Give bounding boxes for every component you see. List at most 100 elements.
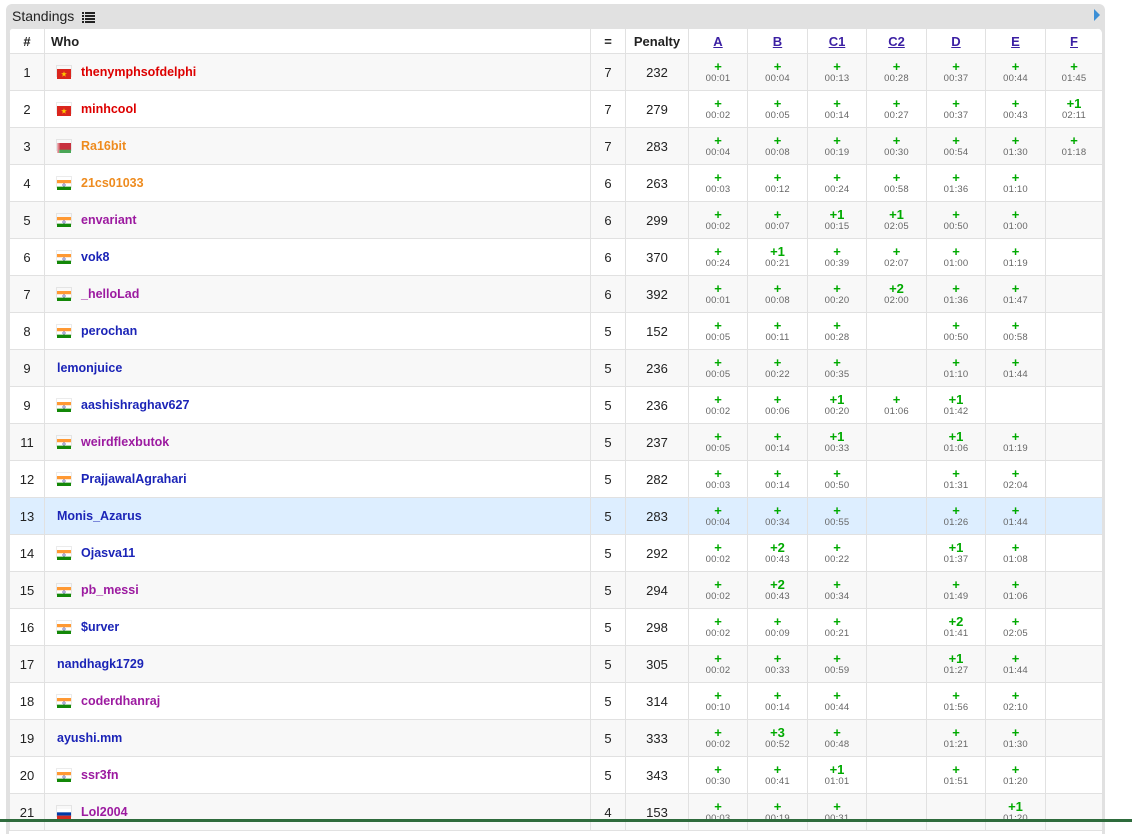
problem-link-a[interactable]: A: [713, 34, 722, 49]
problem-result-cell[interactable]: +00:14: [747, 682, 808, 720]
problem-result-cell[interactable]: +2 02:00: [866, 275, 927, 313]
problem-result-cell[interactable]: +1 00:15: [807, 201, 867, 239]
participant-handle-link[interactable]: vok8: [81, 250, 110, 264]
problem-result-cell[interactable]: +00:39: [807, 238, 867, 276]
header-problem[interactable]: C1: [807, 28, 867, 54]
participant-handle-link[interactable]: Ojasva11: [81, 546, 135, 560]
problem-result-cell[interactable]: +00:28: [866, 53, 927, 91]
problem-result-cell[interactable]: +1 02:05: [866, 201, 927, 239]
participant-handle-link[interactable]: _helloLad: [81, 287, 139, 301]
problem-result-cell[interactable]: +00:13: [807, 53, 867, 91]
problem-result-cell[interactable]: +00:21: [807, 608, 867, 646]
problem-result-cell[interactable]: +00:55: [807, 497, 867, 535]
problem-result-cell[interactable]: +00:22: [747, 349, 808, 387]
problem-result-cell[interactable]: +01:19: [985, 238, 1046, 276]
problem-result-cell[interactable]: +00:58: [985, 312, 1046, 350]
problem-link-d[interactable]: D: [951, 34, 960, 49]
problem-result-cell[interactable]: +00:04: [747, 53, 808, 91]
participant-handle-link[interactable]: envariant: [81, 213, 137, 227]
problem-result-cell[interactable]: +00:05: [688, 349, 748, 387]
problem-result-cell[interactable]: +00:09: [747, 608, 808, 646]
problem-result-cell[interactable]: +01:18: [1045, 127, 1102, 165]
problem-result-cell[interactable]: +00:58: [866, 164, 927, 202]
problem-link-b[interactable]: B: [773, 34, 782, 49]
problem-result-cell[interactable]: +00:54: [926, 127, 986, 165]
problem-result-cell[interactable]: +00:22: [807, 534, 867, 572]
problem-result-cell[interactable]: +01:49: [926, 571, 986, 609]
header-problem[interactable]: C2: [866, 28, 927, 54]
problem-link-c2[interactable]: C2: [888, 34, 905, 49]
problem-result-cell[interactable]: +2 00:43: [747, 571, 808, 609]
problem-result-cell[interactable]: +1 02:11: [1045, 90, 1102, 128]
problem-result-cell[interactable]: +00:35: [807, 349, 867, 387]
problem-result-cell[interactable]: +01:44: [985, 349, 1046, 387]
problem-link-e[interactable]: E: [1011, 34, 1020, 49]
problem-result-cell[interactable]: +01:36: [926, 275, 986, 313]
problem-result-cell[interactable]: +01:00: [926, 238, 986, 276]
problem-result-cell[interactable]: +00:19: [747, 793, 808, 831]
problem-result-cell[interactable]: +00:50: [926, 312, 986, 350]
participant-handle-link[interactable]: nandhagk1729: [57, 657, 144, 671]
problem-result-cell[interactable]: +00:01: [688, 275, 748, 313]
problem-result-cell[interactable]: +02:04: [985, 460, 1046, 498]
problem-result-cell[interactable]: +00:05: [688, 423, 748, 461]
problem-result-cell[interactable]: +1 00:21: [747, 238, 808, 276]
problem-result-cell[interactable]: +02:07: [866, 238, 927, 276]
problem-result-cell[interactable]: +00:11: [747, 312, 808, 350]
problem-result-cell[interactable]: +00:02: [688, 571, 748, 609]
problem-result-cell[interactable]: +00:02: [688, 386, 748, 424]
problem-result-cell[interactable]: +00:41: [747, 756, 808, 794]
header-problem[interactable]: F: [1045, 28, 1102, 54]
problem-result-cell[interactable]: +01:56: [926, 682, 986, 720]
problem-result-cell[interactable]: +01:00: [985, 201, 1046, 239]
participant-handle-link[interactable]: Lol2004: [81, 805, 128, 819]
participant-handle-link[interactable]: PrajjawalAgrahari: [81, 472, 187, 486]
participant-handle-link[interactable]: weirdflexbutok: [81, 435, 169, 449]
problem-result-cell[interactable]: +00:59: [807, 645, 867, 683]
problem-result-cell[interactable]: +00:27: [866, 90, 927, 128]
problem-result-cell[interactable]: +00:07: [747, 201, 808, 239]
problem-result-cell[interactable]: +00:48: [807, 719, 867, 757]
participant-handle-link[interactable]: ayushi.mm: [57, 731, 122, 745]
problem-result-cell[interactable]: +1 01:42: [926, 386, 986, 424]
problem-result-cell[interactable]: +2 00:43: [747, 534, 808, 572]
problem-result-cell[interactable]: +00:28: [807, 312, 867, 350]
problem-result-cell[interactable]: +01:10: [985, 164, 1046, 202]
problem-result-cell[interactable]: +00:19: [807, 127, 867, 165]
problem-result-cell[interactable]: +00:02: [688, 719, 748, 757]
problem-result-cell[interactable]: +00:02: [688, 534, 748, 572]
problem-result-cell[interactable]: +00:02: [688, 90, 748, 128]
problem-result-cell[interactable]: +1 01:01: [807, 756, 867, 794]
problem-result-cell[interactable]: +00:30: [688, 756, 748, 794]
problem-result-cell[interactable]: +01:36: [926, 164, 986, 202]
problem-result-cell[interactable]: +00:03: [688, 460, 748, 498]
problem-result-cell[interactable]: +01:10: [926, 349, 986, 387]
problem-result-cell[interactable]: +02:10: [985, 682, 1046, 720]
list-icon[interactable]: [82, 10, 95, 28]
problem-result-cell[interactable]: +00:02: [688, 645, 748, 683]
problem-result-cell[interactable]: +00:34: [747, 497, 808, 535]
problem-result-cell[interactable]: +00:33: [747, 645, 808, 683]
problem-result-cell[interactable]: +01:26: [926, 497, 986, 535]
problem-result-cell[interactable]: +00:05: [688, 312, 748, 350]
problem-link-f[interactable]: F: [1070, 34, 1078, 49]
problem-result-cell[interactable]: +00:03: [688, 164, 748, 202]
problem-result-cell[interactable]: +00:01: [688, 53, 748, 91]
problem-result-cell[interactable]: +00:24: [688, 238, 748, 276]
problem-result-cell[interactable]: +00:05: [747, 90, 808, 128]
problem-result-cell[interactable]: +00:24: [807, 164, 867, 202]
header-problem[interactable]: B: [747, 28, 808, 54]
problem-result-cell[interactable]: +00:34: [807, 571, 867, 609]
problem-result-cell[interactable]: +00:10: [688, 682, 748, 720]
participant-handle-link[interactable]: Ra16bit: [81, 139, 126, 153]
problem-result-cell[interactable]: +1 01:37: [926, 534, 986, 572]
problem-result-cell[interactable]: +1 00:20: [807, 386, 867, 424]
problem-result-cell[interactable]: +01:47: [985, 275, 1046, 313]
problem-result-cell[interactable]: +01:20: [985, 756, 1046, 794]
problem-result-cell[interactable]: +00:20: [807, 275, 867, 313]
problem-result-cell[interactable]: +00:50: [807, 460, 867, 498]
problem-result-cell[interactable]: +01:44: [985, 645, 1046, 683]
problem-result-cell[interactable]: +01:19: [985, 423, 1046, 461]
problem-result-cell[interactable]: +00:50: [926, 201, 986, 239]
problem-result-cell[interactable]: +00:12: [747, 164, 808, 202]
